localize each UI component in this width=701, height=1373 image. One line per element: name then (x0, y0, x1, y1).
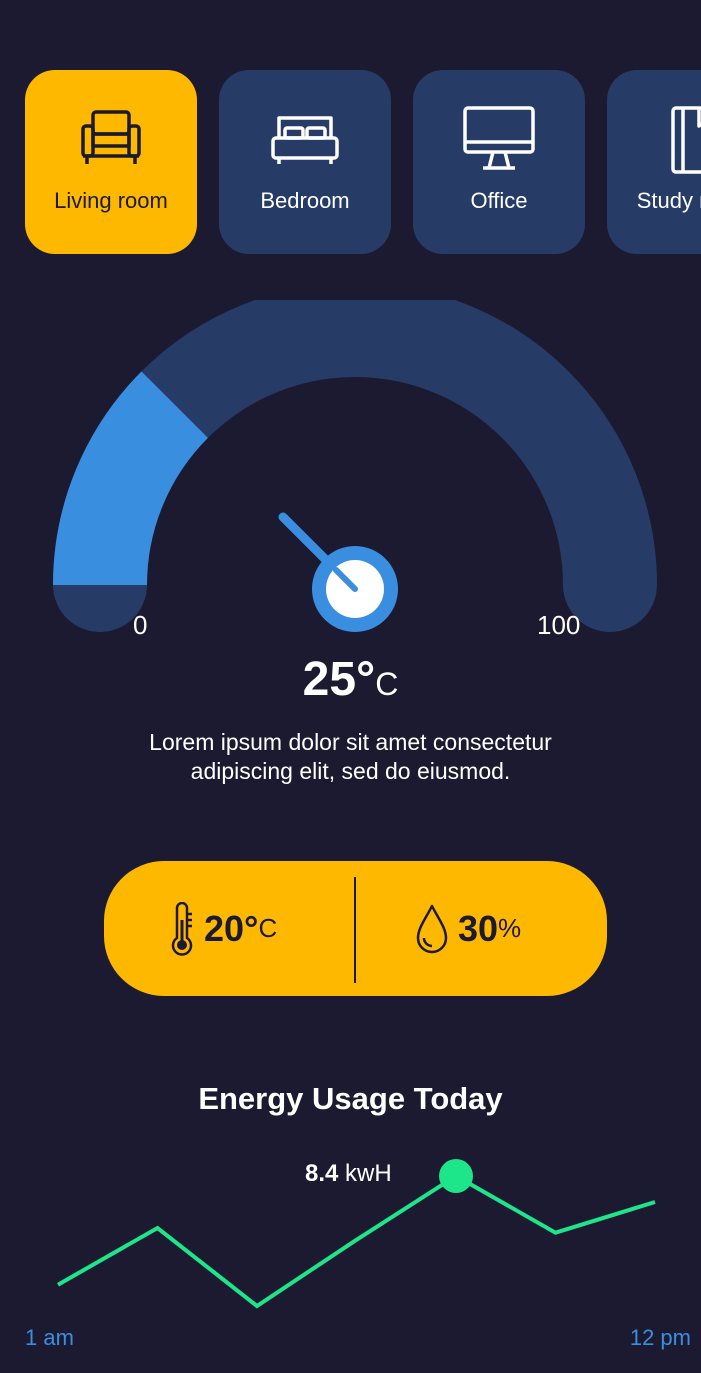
gauge-fill (53, 371, 209, 586)
gauge-min-label: 0 (133, 610, 148, 640)
x-axis-start-label: 1 am (25, 1325, 74, 1350)
room-tab-label: Study room (636, 188, 701, 213)
room-tab-bedroom[interactable]: Bedroom (219, 70, 391, 254)
room-tab-label: Office (470, 188, 528, 213)
gauge-description: Lorem ipsum dolor sit amet consectetur a… (149, 729, 552, 784)
temperature-gauge[interactable]: 0 100 (0, 300, 701, 660)
stats-pill: 20° C 30% (104, 861, 607, 996)
energy-point[interactable] (645, 1192, 665, 1212)
temperature-stat-value: 20° (204, 907, 259, 949)
peak-value: 8.4 (305, 1160, 339, 1187)
stats-divider (354, 877, 356, 983)
monitor-icon (463, 106, 535, 170)
gauge-max-label: 100 (537, 610, 581, 640)
room-tab-label: Bedroom (260, 188, 350, 213)
x-axis-end-label: 12 pm (629, 1325, 691, 1350)
energy-peak-point[interactable] (439, 1159, 473, 1193)
temperature-reading: 25°C (0, 652, 701, 707)
temperature-value: 25° (302, 653, 376, 706)
temperature-stat-unit: C (258, 913, 278, 943)
humidity-stat-unit: % (498, 913, 522, 943)
energy-chart-title: Energy Usage Today (198, 1081, 503, 1116)
sofa-icon (81, 110, 141, 164)
energy-point[interactable] (48, 1275, 68, 1295)
temperature-stat: 20° C (168, 861, 277, 996)
room-tab-office[interactable]: Office (413, 70, 585, 254)
book-icon (671, 106, 701, 174)
bed-icon (271, 116, 339, 164)
thermometer-icon (171, 901, 193, 956)
peak-label: 8.4 kwH (305, 1160, 392, 1188)
room-tabs: Living room Bedroom Office Study (0, 0, 701, 270)
energy-point[interactable] (247, 1296, 267, 1316)
room-tab-label: Living room (54, 188, 168, 213)
energy-point[interactable] (347, 1230, 367, 1250)
peak-unit: kwH (345, 1160, 392, 1187)
gauge-graphic (53, 300, 657, 632)
energy-point[interactable] (148, 1218, 168, 1238)
temperature-unit: C (375, 666, 399, 702)
room-tab-study-room[interactable]: Study room (607, 70, 701, 254)
room-tab-living-room[interactable]: Living room (25, 70, 197, 254)
droplet-icon (416, 904, 448, 953)
humidity-stat: 30% (414, 861, 521, 996)
energy-point[interactable] (546, 1223, 566, 1243)
humidity-stat-value: 30 (458, 907, 499, 949)
